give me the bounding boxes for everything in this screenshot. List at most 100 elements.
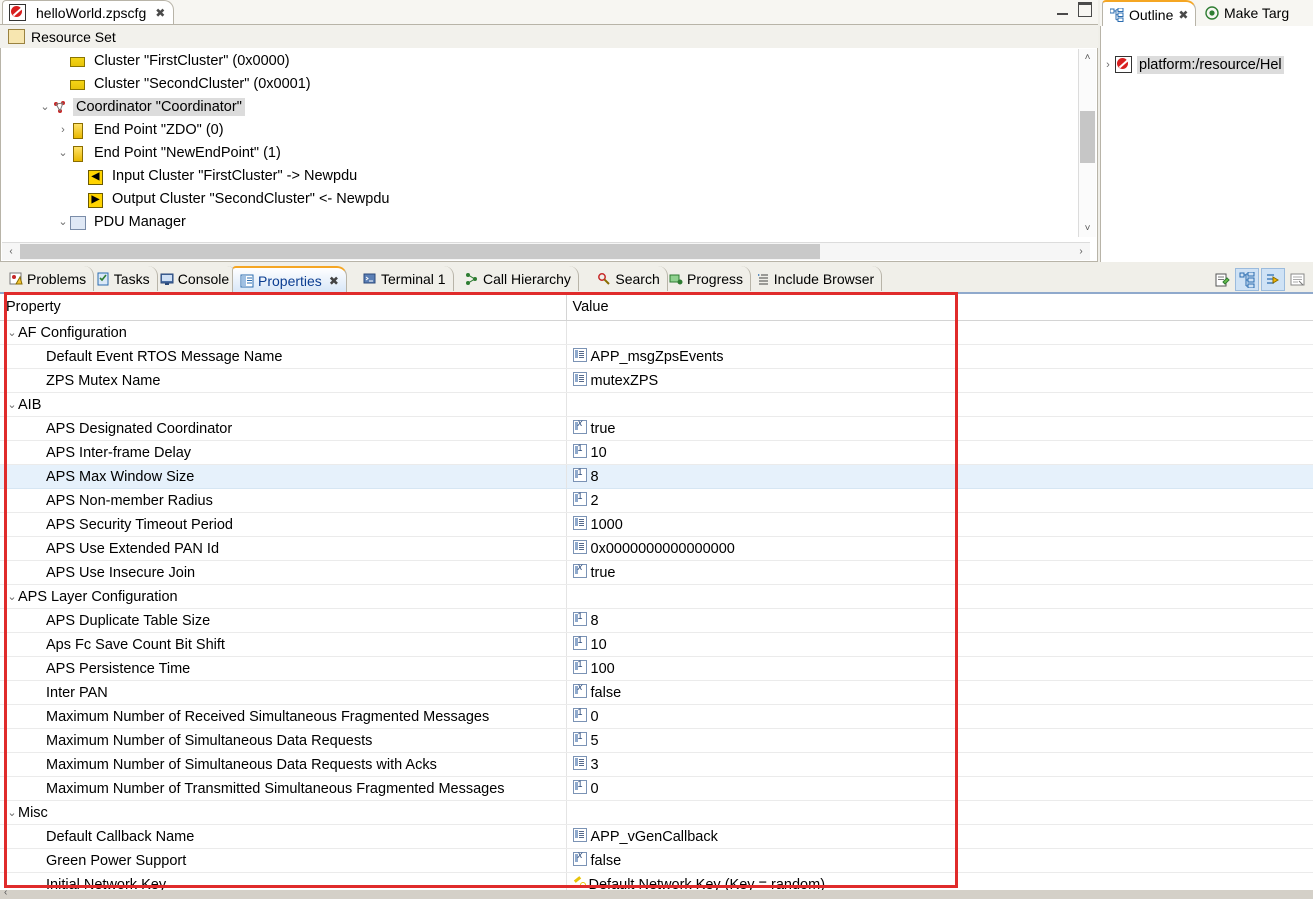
- property-name-cell[interactable]: ⌄ AIB: [0, 392, 567, 417]
- property-value-cell[interactable]: 8: [566, 464, 1313, 489]
- property-value-cell[interactable]: 0: [566, 776, 1313, 801]
- tab-call-hierarchy[interactable]: Call Hierarchy: [458, 266, 579, 291]
- property-value-cell[interactable]: 10: [566, 632, 1313, 657]
- collapse-twisty-icon[interactable]: ⌄: [56, 215, 70, 228]
- property-value-cell[interactable]: 0: [566, 704, 1313, 729]
- tab-problems[interactable]: Problems: [2, 266, 95, 291]
- property-category-row[interactable]: ⌄ Misc: [0, 800, 1313, 825]
- tree-item[interactable]: ⌄ PDU Manager: [2, 210, 1074, 233]
- property-name-cell[interactable]: ⌄ Misc: [0, 800, 567, 825]
- tree-item[interactable]: Cluster "SecondCluster" (0x0001): [2, 72, 1074, 95]
- property-value-cell[interactable]: true: [566, 560, 1313, 585]
- tab-properties[interactable]: Properties ✖: [232, 266, 347, 293]
- property-value-cell[interactable]: [566, 584, 1313, 609]
- tree-item[interactable]: ▶ Output Cluster "SecondCluster" <- Newpd…: [2, 187, 1074, 210]
- expand-twisty-icon[interactable]: ›: [56, 124, 70, 136]
- property-value-cell[interactable]: 0x0000000000000000: [566, 536, 1313, 561]
- property-row[interactable]: APS Persistence Time 100: [0, 656, 1313, 681]
- tab-tasks[interactable]: Tasks: [89, 266, 158, 291]
- property-value-cell[interactable]: false: [566, 848, 1313, 873]
- collapse-twisty-icon[interactable]: ⌄: [6, 806, 18, 819]
- outline-tab-make-targ[interactable]: Make Targ: [1198, 0, 1297, 25]
- scroll-down-arrow[interactable]: ˅: [1079, 220, 1096, 237]
- property-row[interactable]: Maximum Number of Transmitted Simultaneo…: [0, 776, 1313, 801]
- property-name-cell[interactable]: APS Max Window Size: [0, 464, 567, 489]
- collapse-twisty-icon[interactable]: ⌄: [56, 146, 70, 159]
- scroll-left-arrow[interactable]: ‹: [4, 887, 7, 898]
- property-row[interactable]: APS Duplicate Table Size 8: [0, 608, 1313, 633]
- property-name-cell[interactable]: APS Inter-frame Delay: [0, 440, 567, 465]
- tree-item[interactable]: Cluster "FirstCluster" (0x0000): [2, 49, 1074, 72]
- minimize-icon[interactable]: [1057, 4, 1068, 15]
- property-row[interactable]: Default Callback Name APP_vGenCallback: [0, 824, 1313, 849]
- restore-default-icon[interactable]: [1287, 269, 1309, 290]
- property-name-cell[interactable]: Default Event RTOS Message Name: [0, 344, 567, 369]
- property-row[interactable]: Aps Fc Save Count Bit Shift 10: [0, 632, 1313, 657]
- property-value-cell[interactable]: mutexZPS: [566, 368, 1313, 393]
- property-value-cell[interactable]: 5: [566, 728, 1313, 753]
- property-value-cell[interactable]: 8: [566, 608, 1313, 633]
- property-value-cell[interactable]: 1000: [566, 512, 1313, 537]
- tab-search[interactable]: Search: [590, 266, 668, 291]
- show-categories-icon[interactable]: [1235, 268, 1259, 291]
- property-name-cell[interactable]: Maximum Number of Simultaneous Data Requ…: [0, 752, 567, 777]
- editor-tab-helloworld[interactable]: helloWorld.zpscfg ✖: [2, 0, 175, 24]
- property-value-cell[interactable]: 3: [566, 752, 1313, 777]
- collapse-twisty-icon[interactable]: ⌄: [6, 398, 18, 411]
- property-name-cell[interactable]: APS Non-member Radius: [0, 488, 567, 513]
- show-advanced-icon[interactable]: [1261, 268, 1285, 291]
- property-name-cell[interactable]: Maximum Number of Received Simultaneous …: [0, 704, 567, 729]
- property-row[interactable]: APS Non-member Radius 2: [0, 488, 1313, 513]
- tab-console[interactable]: Console: [153, 266, 238, 291]
- property-value-cell[interactable]: true: [566, 416, 1313, 441]
- property-row[interactable]: Maximum Number of Simultaneous Data Requ…: [0, 752, 1313, 777]
- close-icon[interactable]: ✖: [1178, 8, 1188, 22]
- outline-tab-outline[interactable]: Outline ✖: [1102, 0, 1197, 27]
- property-value-cell[interactable]: [566, 320, 1313, 345]
- scroll-right-arrow[interactable]: ›: [1073, 243, 1089, 260]
- property-value-cell[interactable]: [566, 392, 1313, 417]
- tree-item[interactable]: ⌄ End Point "NewEndPoint" (1): [2, 141, 1074, 164]
- property-name-cell[interactable]: ⌄ APS Layer Configuration: [0, 584, 567, 609]
- property-row[interactable]: Maximum Number of Simultaneous Data Requ…: [0, 728, 1313, 753]
- property-value-cell[interactable]: false: [566, 680, 1313, 705]
- scrollbar-thumb[interactable]: [1080, 111, 1095, 163]
- new-property-icon[interactable]: [1211, 269, 1233, 290]
- property-row[interactable]: APS Max Window Size 8: [0, 464, 1313, 489]
- close-icon[interactable]: ✖: [155, 6, 165, 20]
- maximize-icon[interactable]: [1078, 2, 1092, 17]
- property-value-cell[interactable]: 100: [566, 656, 1313, 681]
- property-category-row[interactable]: ⌄ AF Configuration: [0, 320, 1313, 345]
- property-category-row[interactable]: ⌄ AIB: [0, 392, 1313, 417]
- property-row[interactable]: ZPS Mutex Name mutexZPS: [0, 368, 1313, 393]
- tab-include-browser[interactable]: Include Browser: [749, 266, 883, 291]
- property-row[interactable]: APS Security Timeout Period 1000: [0, 512, 1313, 537]
- property-row[interactable]: APS Use Extended PAN Id 0x000000000000000…: [0, 536, 1313, 561]
- tab-progress[interactable]: Progress: [662, 266, 752, 291]
- property-name-cell[interactable]: ⌄ AF Configuration: [0, 320, 567, 345]
- property-row[interactable]: Inter PAN false: [0, 680, 1313, 705]
- expand-twisty-icon[interactable]: ›: [1101, 59, 1115, 71]
- property-value-cell[interactable]: APP_msgZpsEvents: [566, 344, 1313, 369]
- scroll-left-arrow[interactable]: ‹: [3, 243, 19, 260]
- property-row[interactable]: Default Event RTOS Message Name APP_msgZp…: [0, 344, 1313, 369]
- outline-root-row[interactable]: › platform:/resource/Hel: [1101, 53, 1313, 76]
- outline-content[interactable]: › platform:/resource/Hel: [1100, 26, 1313, 262]
- scroll-up-arrow[interactable]: ˄: [1079, 49, 1096, 66]
- property-name-cell[interactable]: ZPS Mutex Name: [0, 368, 567, 393]
- model-tree-viewport[interactable]: Cluster "FirstCluster" (0x0000) Cluster "…: [2, 49, 1074, 237]
- property-value-cell[interactable]: APP_vGenCallback: [566, 824, 1313, 849]
- collapse-twisty-icon[interactable]: ⌄: [6, 590, 18, 603]
- property-name-cell[interactable]: APS Use Extended PAN Id: [0, 536, 567, 561]
- tab-terminal-1[interactable]: Terminal 1: [356, 266, 454, 291]
- property-row[interactable]: Maximum Number of Received Simultaneous …: [0, 704, 1313, 729]
- collapse-twisty-icon[interactable]: ⌄: [38, 100, 52, 113]
- property-category-row[interactable]: ⌄ APS Layer Configuration: [0, 584, 1313, 609]
- property-name-cell[interactable]: Maximum Number of Simultaneous Data Requ…: [0, 728, 567, 753]
- property-name-cell[interactable]: APS Designated Coordinator: [0, 416, 567, 441]
- property-row[interactable]: APS Inter-frame Delay 10: [0, 440, 1313, 465]
- collapse-twisty-icon[interactable]: ⌄: [6, 326, 18, 339]
- property-name-cell[interactable]: APS Security Timeout Period: [0, 512, 567, 537]
- property-name-cell[interactable]: APS Persistence Time: [0, 656, 567, 681]
- property-name-cell[interactable]: Default Callback Name: [0, 824, 567, 849]
